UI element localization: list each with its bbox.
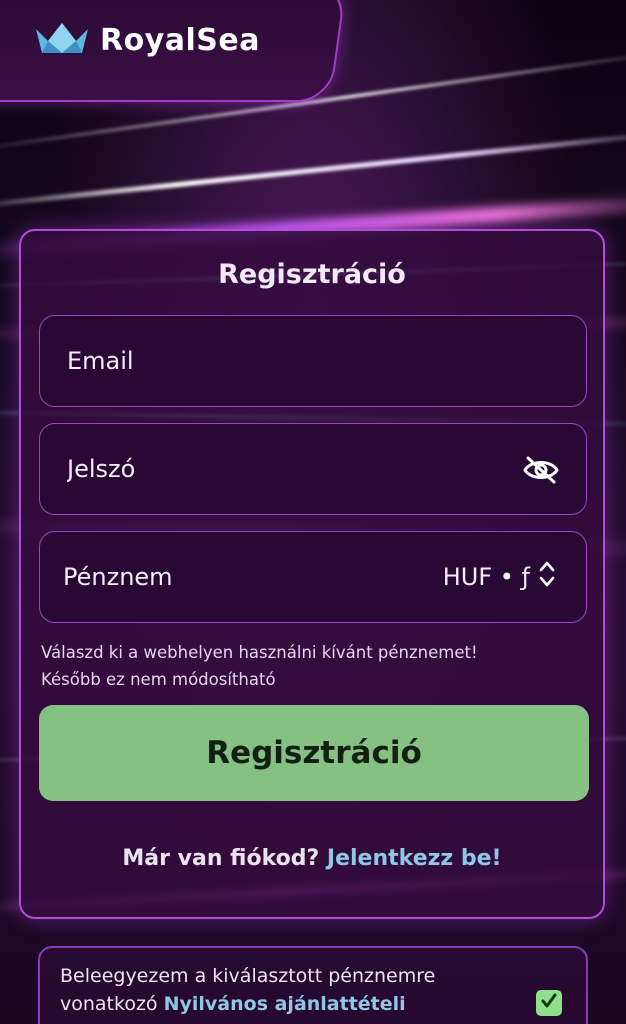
- public-offer-link[interactable]: Nyilvános ajánlattételi: [164, 993, 406, 1015]
- brand-logo[interactable]: RoyalSea: [34, 18, 260, 62]
- eye-off-icon[interactable]: [522, 452, 560, 488]
- login-prompt: Már van fiókod? Jelentkezz be!: [21, 846, 603, 871]
- crown-icon: [34, 21, 90, 59]
- currency-hint-line: Később ez nem módosítható: [41, 670, 276, 689]
- currency-hint: Válaszd ki a webhelyen használni kívánt …: [41, 639, 601, 693]
- consent-box: Beleegyezem a kiválasztott pénznemre von…: [38, 946, 588, 1024]
- currency-value: HUF • ƒ: [442, 563, 530, 591]
- registration-card: Regisztráció Pénznem HUF • ƒ: [19, 229, 605, 919]
- currency-label: Pénznem: [63, 563, 173, 591]
- chevron-up-down-icon: [538, 560, 556, 594]
- register-button[interactable]: Regisztráció: [39, 705, 589, 801]
- registration-page: RoyalSea Regisztráció Pénznem HUF • ƒ: [0, 0, 626, 1024]
- consent-text: Beleegyezem a kiválasztott pénznemre von…: [60, 962, 510, 1018]
- form-title: Regisztráció: [218, 259, 406, 290]
- background-light-streak: [0, 129, 626, 210]
- password-field[interactable]: [40, 454, 489, 484]
- email-field-container: [39, 315, 587, 407]
- currency-selected: HUF • ƒ: [443, 560, 586, 594]
- login-prompt-text: Már van fiókod?: [122, 846, 327, 871]
- email-field[interactable]: [40, 346, 489, 376]
- brand-name: RoyalSea: [100, 22, 260, 58]
- currency-select[interactable]: Pénznem HUF • ƒ: [39, 531, 587, 623]
- password-field-container: [39, 423, 587, 515]
- consent-checkbox[interactable]: [536, 990, 562, 1016]
- login-link[interactable]: Jelentkezz be!: [327, 846, 502, 871]
- checkmark-icon: [540, 992, 558, 1014]
- currency-hint-line: Válaszd ki a webhelyen használni kívánt …: [41, 643, 478, 662]
